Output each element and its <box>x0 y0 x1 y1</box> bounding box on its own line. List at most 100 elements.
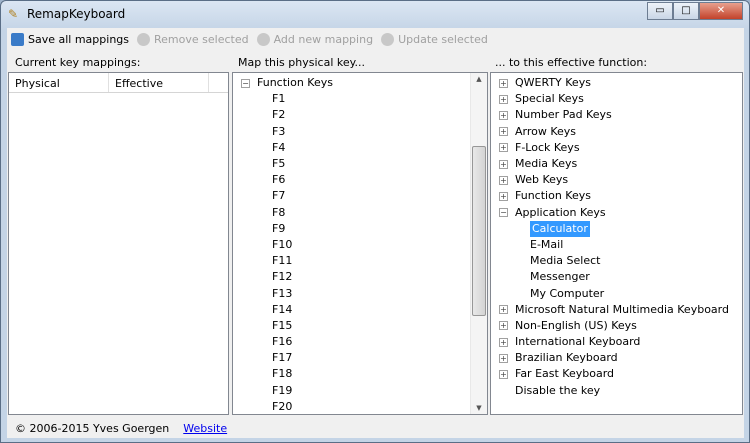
tree-item[interactable]: F3 <box>241 124 487 140</box>
mappings-label: Current key mappings: <box>15 56 141 69</box>
tree-item[interactable]: Media Select <box>499 253 742 269</box>
expand-icon[interactable]: + <box>499 175 508 185</box>
remove-selected-button[interactable]: Remove selected <box>137 32 249 46</box>
tree-item[interactable]: + Arrow Keys <box>499 124 742 140</box>
tree-item[interactable]: F4 <box>241 140 487 156</box>
tree-item[interactable]: + Brazilian Keyboard <box>499 350 742 366</box>
effective-function-tree[interactable]: + QWERTY Keys + Special Keys + Number Pad Key… <box>490 72 743 415</box>
expand-icon[interactable]: + <box>499 369 508 379</box>
expand-icon[interactable]: + <box>499 321 508 331</box>
expand-icon[interactable]: + <box>499 94 508 104</box>
add-label: Add new mapping <box>273 32 374 46</box>
expand-icon[interactable]: + <box>499 337 508 347</box>
add-mapping-button[interactable]: Add new mapping <box>256 32 374 46</box>
remove-icon <box>137 32 151 46</box>
tree-item[interactable]: F19 <box>241 383 487 399</box>
tree-item[interactable]: F12 <box>241 269 487 285</box>
column-physical[interactable]: Physical <box>9 73 109 92</box>
tree-item[interactable]: + International Keyboard <box>499 334 742 350</box>
tree-item[interactable]: + Web Keys <box>499 172 742 188</box>
tree-item[interactable]: E-Mail <box>499 237 742 253</box>
tree-item-label: F14 <box>272 302 293 316</box>
tree-item[interactable]: F11 <box>241 253 487 269</box>
tree-item-label: F-Lock Keys <box>515 140 580 154</box>
tree-item[interactable]: Disable the key <box>499 383 742 399</box>
tree-item[interactable]: F16 <box>241 334 487 350</box>
tree-item-label: Function Keys <box>257 76 333 90</box>
scroll-down-icon[interactable]: ▼ <box>471 404 487 412</box>
tree-item[interactable]: Calculator <box>499 220 742 237</box>
column-effective[interactable]: Effective <box>109 73 209 92</box>
tree-item-label: Messenger <box>530 270 590 284</box>
scrollbar[interactable]: ▲ ▼ <box>470 73 487 414</box>
collapse-icon[interactable]: − <box>499 208 508 218</box>
tree-item[interactable]: F17 <box>241 350 487 366</box>
scroll-thumb[interactable] <box>472 146 486 316</box>
tree-item[interactable]: F13 <box>241 285 487 301</box>
tree-item-label: Disable the key <box>515 383 601 397</box>
tree-item-label: F13 <box>272 286 293 300</box>
tree-item[interactable]: F6 <box>241 172 487 188</box>
tree-item[interactable]: F5 <box>241 156 487 172</box>
tree-item[interactable]: + Far East Keyboard <box>499 366 742 382</box>
tree-item[interactable]: + Number Pad Keys <box>499 107 742 123</box>
tree-item[interactable]: F1 <box>241 91 487 107</box>
tree-item[interactable]: F20 <box>241 399 487 414</box>
tree-item[interactable]: Messenger <box>499 269 742 285</box>
tree-item[interactable]: + QWERTY Keys <box>499 75 742 91</box>
tree-item[interactable]: + Function Keys <box>499 188 742 204</box>
close-button[interactable]: ✕ <box>699 2 743 20</box>
tree-item[interactable]: + F-Lock Keys <box>499 140 742 156</box>
expand-icon[interactable]: + <box>499 353 508 363</box>
tree-item-label: Far East Keyboard <box>515 367 615 381</box>
expand-icon[interactable]: + <box>499 191 508 201</box>
collapse-icon[interactable]: − <box>241 78 250 88</box>
update-label: Update selected <box>398 32 488 46</box>
tree-item-label: F3 <box>272 124 286 138</box>
tree-item[interactable]: F9 <box>241 221 487 237</box>
maximize-button[interactable]: □ <box>673 2 699 20</box>
physical-key-label: Map this physical key... <box>238 56 366 69</box>
tree-item[interactable]: + Non-English (US) Keys <box>499 318 742 334</box>
tree-item-label: Application Keys <box>515 205 606 219</box>
save-icon <box>11 32 24 46</box>
tree-item[interactable]: F18 <box>241 366 487 382</box>
tree-item[interactable]: F10 <box>241 237 487 253</box>
tree-item[interactable]: F7 <box>241 188 487 204</box>
expand-icon[interactable]: + <box>499 143 508 153</box>
expand-icon[interactable]: + <box>499 305 508 315</box>
tree-item-label: QWERTY Keys <box>515 76 591 90</box>
expand-icon[interactable]: + <box>499 159 508 169</box>
tree-item[interactable]: − Function Keys <box>241 75 487 91</box>
tree-item-label: F11 <box>272 254 293 268</box>
tree-item[interactable]: F2 <box>241 107 487 123</box>
tree-item[interactable]: My Computer <box>499 285 742 301</box>
tree-item[interactable]: + Special Keys <box>499 91 742 107</box>
expand-icon[interactable]: + <box>499 78 508 88</box>
tree-item-label: F15 <box>272 318 293 332</box>
tree-item[interactable]: − Application Keys <box>499 205 742 221</box>
mappings-list[interactable]: Physical Effective <box>8 72 229 415</box>
save-label: Save all mappings <box>28 32 130 46</box>
tree-item[interactable]: + Media Keys <box>499 156 742 172</box>
effective-function-label: ... to this effective function: <box>495 56 648 69</box>
save-all-button[interactable]: Save all mappings <box>11 32 130 46</box>
update-selected-button[interactable]: Update selected <box>381 32 488 46</box>
tree-item-label: Media Keys <box>515 157 578 171</box>
expand-icon[interactable]: + <box>499 110 508 120</box>
footer: © 2006-2015 Yves Goergen Website <box>15 422 227 435</box>
tree-item-label: Web Keys <box>515 173 569 187</box>
tree-item-label: F5 <box>272 157 286 171</box>
tree-item[interactable]: F8 <box>241 205 487 221</box>
tree-item[interactable]: F14 <box>241 302 487 318</box>
physical-key-tree[interactable]: − Function Keys F1 F2 F3 F4 F5 F6 F7 F8 F9 F10 F11 F1… <box>232 72 488 415</box>
scroll-up-icon[interactable]: ▲ <box>471 75 487 83</box>
tree-item-label: F18 <box>272 367 293 381</box>
expand-icon[interactable]: + <box>499 127 508 137</box>
remove-label: Remove selected <box>154 32 249 46</box>
website-link[interactable]: Website <box>183 422 227 435</box>
tree-item[interactable]: + Microsoft Natural Multimedia Keyboard <box>499 302 742 318</box>
tree-item-label: F7 <box>272 189 286 203</box>
minimize-button[interactable]: ▭ <box>647 2 673 20</box>
tree-item[interactable]: F15 <box>241 318 487 334</box>
